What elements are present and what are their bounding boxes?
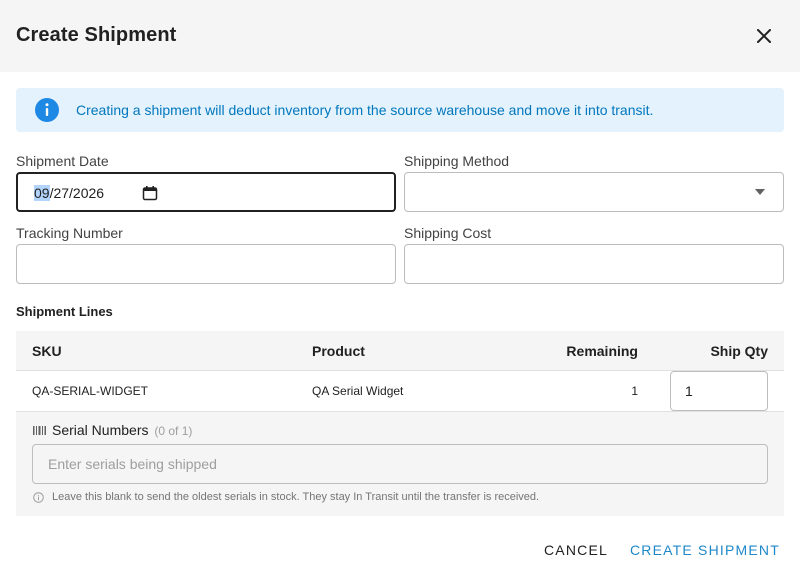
serial-numbers-title: Serial Numbers xyxy=(52,422,149,438)
shipment-date-value: 09/27/2026 xyxy=(34,185,104,201)
column-header-sku: SKU xyxy=(32,343,62,359)
cell-sku: QA-SERIAL-WIDGET xyxy=(32,384,149,398)
barcode-icon xyxy=(33,426,46,435)
shipment-lines-title: Shipment Lines xyxy=(16,304,113,319)
shipping-method-label: Shipping Method xyxy=(404,153,510,169)
calendar-icon[interactable] xyxy=(142,185,158,201)
column-header-remaining: Remaining xyxy=(566,343,638,359)
info-outline-icon xyxy=(33,492,44,503)
cell-remaining: 1 xyxy=(631,384,638,398)
serial-count: (0 of 1) xyxy=(154,424,193,438)
shipping-cost-label: Shipping Cost xyxy=(404,225,492,241)
table-header: SKU Product Remaining Ship Qty xyxy=(16,331,784,371)
alert-message: Creating a shipment will deduct inventor… xyxy=(76,102,654,118)
info-alert: Creating a shipment will deduct inventor… xyxy=(16,88,784,132)
close-icon xyxy=(757,29,771,43)
close-button[interactable] xyxy=(748,20,780,52)
info-icon xyxy=(35,98,59,122)
column-header-ship-qty: Ship Qty xyxy=(710,343,768,359)
serial-hint: Leave this blank to send the oldest seri… xyxy=(52,491,540,503)
ship-qty-input[interactable] xyxy=(670,371,768,411)
tracking-number-label: Tracking Number xyxy=(16,225,123,241)
date-rest-segment[interactable]: /27/2026 xyxy=(50,185,105,201)
chevron-down-icon xyxy=(755,189,765,195)
dialog-header: Create Shipment xyxy=(0,0,800,72)
serial-numbers-label: Serial Numbers (0 of 1) xyxy=(52,422,192,438)
serial-numbers-input[interactable] xyxy=(32,444,768,484)
shipping-cost-input[interactable] xyxy=(404,244,784,284)
create-shipment-button[interactable]: Create Shipment xyxy=(630,540,780,560)
dialog-title: Create Shipment xyxy=(16,24,177,46)
shipping-method-select[interactable] xyxy=(404,172,784,212)
table-row: QA-SERIAL-WIDGET QA Serial Widget 1 xyxy=(16,371,784,412)
cancel-button[interactable]: Cancel xyxy=(544,540,608,560)
shipment-date-input[interactable]: 09/27/2026 xyxy=(16,172,396,212)
tracking-number-input[interactable] xyxy=(16,244,396,284)
serial-numbers-panel: Serial Numbers (0 of 1) Leave this blank… xyxy=(16,412,784,516)
column-header-product: Product xyxy=(312,343,365,359)
date-month-segment[interactable]: 09 xyxy=(34,185,50,201)
shipment-date-label: Shipment Date xyxy=(16,153,109,169)
cell-product: QA Serial Widget xyxy=(312,384,404,398)
create-shipment-dialog: Create Shipment Creating a shipment will… xyxy=(0,0,800,584)
